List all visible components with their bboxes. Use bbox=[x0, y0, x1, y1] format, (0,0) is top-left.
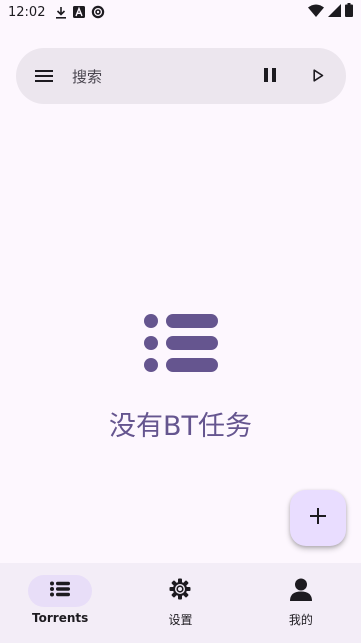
sync-icon bbox=[91, 5, 105, 19]
list-icon bbox=[143, 312, 219, 374]
a-letter-icon bbox=[73, 6, 86, 18]
download-icon bbox=[55, 6, 67, 19]
gear-icon bbox=[169, 578, 191, 604]
plus-icon bbox=[310, 508, 326, 528]
signal-icon bbox=[328, 3, 341, 21]
list-icon bbox=[50, 581, 71, 601]
status-right-group bbox=[308, 3, 353, 21]
person-icon bbox=[289, 577, 313, 605]
nav-item-settings[interactable]: 设置 bbox=[120, 563, 240, 643]
nav-item-torrents[interactable]: Torrents bbox=[0, 563, 120, 643]
status-bar: 12:02 bbox=[0, 0, 361, 24]
bottom-navigation: Torrents 设置 我的 bbox=[0, 563, 361, 643]
nav-label-profile: 我的 bbox=[288, 613, 313, 627]
empty-state-message: 没有BT任务 bbox=[108, 411, 252, 442]
search-input[interactable]: 搜索 bbox=[72, 66, 246, 87]
nav-label-torrents: Torrents bbox=[32, 611, 89, 625]
resume-all-button[interactable] bbox=[294, 52, 342, 100]
pause-all-button[interactable] bbox=[246, 52, 294, 100]
nav-label-settings: 设置 bbox=[168, 613, 193, 627]
play-icon bbox=[312, 67, 324, 86]
nav-indicator bbox=[28, 575, 93, 607]
nav-indicator bbox=[269, 575, 333, 607]
status-time: 12:02 bbox=[8, 4, 46, 20]
nav-indicator bbox=[148, 575, 212, 607]
menu-icon bbox=[35, 67, 53, 86]
wifi-icon bbox=[308, 4, 324, 21]
menu-button[interactable] bbox=[16, 48, 72, 104]
add-torrent-button[interactable] bbox=[290, 490, 346, 546]
pause-icon bbox=[264, 67, 276, 86]
search-bar[interactable]: 搜索 bbox=[16, 48, 346, 104]
nav-item-profile[interactable]: 我的 bbox=[241, 563, 361, 643]
battery-icon bbox=[345, 3, 353, 21]
